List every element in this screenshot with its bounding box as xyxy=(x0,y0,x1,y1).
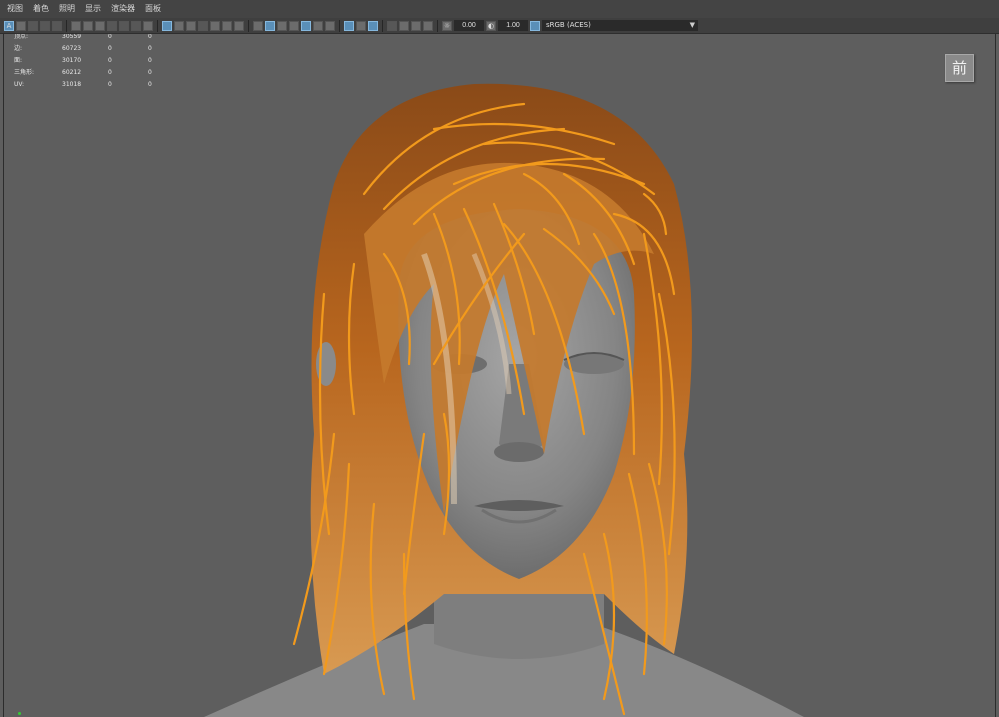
exposure-icon[interactable]: ☼ xyxy=(442,20,452,31)
use-lights-icon[interactable] xyxy=(313,20,323,31)
hud-value: 31018 xyxy=(62,81,82,88)
hud-row-uvs: UV: 31018 0 0 xyxy=(14,79,168,91)
textured-icon[interactable] xyxy=(301,20,311,31)
chevron-down-icon: ▼ xyxy=(689,21,695,29)
menu-show[interactable]: 显示 xyxy=(80,0,106,18)
menu-shading[interactable]: 着色 xyxy=(28,0,54,18)
view-transform-value: sRGB (ACES) xyxy=(546,21,591,29)
two-d-pan-zoom-icon[interactable] xyxy=(107,20,117,31)
hud-value: 30559 xyxy=(62,34,82,40)
grid-icon[interactable] xyxy=(143,20,153,31)
xray-icon[interactable] xyxy=(399,20,409,31)
select-camera-icon[interactable]: A xyxy=(4,20,14,31)
hud-label: UV: xyxy=(14,81,25,88)
3d-viewport[interactable]: 顶点: 30559 0 0 边: 60723 0 0 面: 30170 0 0 … xyxy=(3,34,996,717)
menu-renderer[interactable]: 渲染器 xyxy=(106,0,140,18)
toolbar-divider xyxy=(66,19,67,32)
nostrils xyxy=(494,442,544,462)
axis-indicator-icon xyxy=(18,712,21,715)
panel-menubar: 视图 着色 照明 显示 渲染器 面板 xyxy=(0,0,999,18)
hud-value: 0 xyxy=(108,81,112,88)
toolbar-divider xyxy=(248,19,249,32)
field-chart-icon[interactable] xyxy=(198,20,208,31)
color-management-icon[interactable] xyxy=(530,20,540,31)
hud-value: 0 xyxy=(108,45,112,52)
camera-sequencer-icon[interactable] xyxy=(71,20,81,31)
hud-label: 顶点: xyxy=(14,34,29,40)
grease-pencil-icon[interactable] xyxy=(119,20,129,31)
menu-panels[interactable]: 面板 xyxy=(140,0,166,18)
hud-value: 30170 xyxy=(62,57,82,64)
shadows-icon[interactable] xyxy=(325,20,335,31)
safe-title-icon[interactable] xyxy=(222,20,232,31)
default-material-icon[interactable] xyxy=(277,20,287,31)
xray-components-icon[interactable] xyxy=(423,20,433,31)
pan-zoom-icon[interactable] xyxy=(234,20,244,31)
resolution-gate-icon[interactable] xyxy=(174,20,184,31)
exposure-field[interactable] xyxy=(454,20,484,31)
hud-row-vertices: 顶点: 30559 0 0 xyxy=(14,34,168,43)
motion-blur-icon[interactable] xyxy=(356,20,366,31)
hud-value: 0 xyxy=(108,69,112,76)
ambient-occlusion-icon[interactable] xyxy=(344,20,354,31)
hud-label: 面: xyxy=(14,57,23,64)
toolbar-divider xyxy=(437,19,438,32)
image-plane-icon[interactable] xyxy=(52,20,62,31)
hud-value: 0 xyxy=(108,34,112,40)
bookmark-icon[interactable] xyxy=(40,20,50,31)
view-cube-front[interactable]: 前 xyxy=(945,54,974,82)
camera-dolly-icon[interactable] xyxy=(95,20,105,31)
hud-value: 0 xyxy=(148,57,152,64)
hud-row-edges: 边: 60723 0 0 xyxy=(14,43,168,55)
view-transform-select[interactable]: sRGB (ACES) ▼ xyxy=(542,20,698,31)
toolbar-divider xyxy=(382,19,383,32)
hud-label: 边: xyxy=(14,45,23,52)
lock-camera-icon[interactable] xyxy=(16,20,26,31)
smooth-shade-icon[interactable] xyxy=(265,20,275,31)
gate-mask-icon[interactable] xyxy=(186,20,196,31)
hud-value: 0 xyxy=(148,34,152,40)
move-icon[interactable] xyxy=(131,20,141,31)
maya-viewport-window: 视图 着色 照明 显示 渲染器 面板 A ☼ 0.00 ◐ 1.00 sRGB … xyxy=(0,0,999,717)
hud-value: 0 xyxy=(108,57,112,64)
hud-row-triangles: 三角形: 60212 0 0 xyxy=(14,67,168,79)
camera-attributes-icon[interactable] xyxy=(28,20,38,31)
xray-joints-icon[interactable] xyxy=(411,20,421,31)
menu-view[interactable]: 视图 xyxy=(0,0,28,18)
hud-value: 0 xyxy=(148,81,152,88)
hud-value: 0 xyxy=(148,45,152,52)
camera-track-icon[interactable] xyxy=(83,20,93,31)
menu-lighting[interactable]: 照明 xyxy=(54,0,80,18)
gamma-icon[interactable]: ◐ xyxy=(486,20,496,31)
anti-aliasing-icon[interactable] xyxy=(368,20,378,31)
isolate-select-icon[interactable] xyxy=(387,20,397,31)
toolbar-divider xyxy=(339,19,340,32)
hud-value: 60723 xyxy=(62,45,82,52)
scene-render xyxy=(204,83,804,717)
wireframe-on-shaded-icon[interactable] xyxy=(289,20,299,31)
hud-value: 0 xyxy=(148,69,152,76)
hud-label: 三角形: xyxy=(14,69,35,76)
poly-count-hud: 顶点: 30559 0 0 边: 60723 0 0 面: 30170 0 0 … xyxy=(14,34,168,91)
hud-value: 60212 xyxy=(62,69,82,76)
wireframe-icon[interactable] xyxy=(253,20,263,31)
film-gate-icon[interactable] xyxy=(162,20,172,31)
safe-action-icon[interactable] xyxy=(210,20,220,31)
toolbar-divider xyxy=(157,19,158,32)
hud-row-faces: 面: 30170 0 0 xyxy=(14,55,168,67)
panel-toolbar: A ☼ 0.00 ◐ 1.00 sRGB (ACES) ▼ xyxy=(0,18,999,34)
gamma-field[interactable] xyxy=(498,20,528,31)
